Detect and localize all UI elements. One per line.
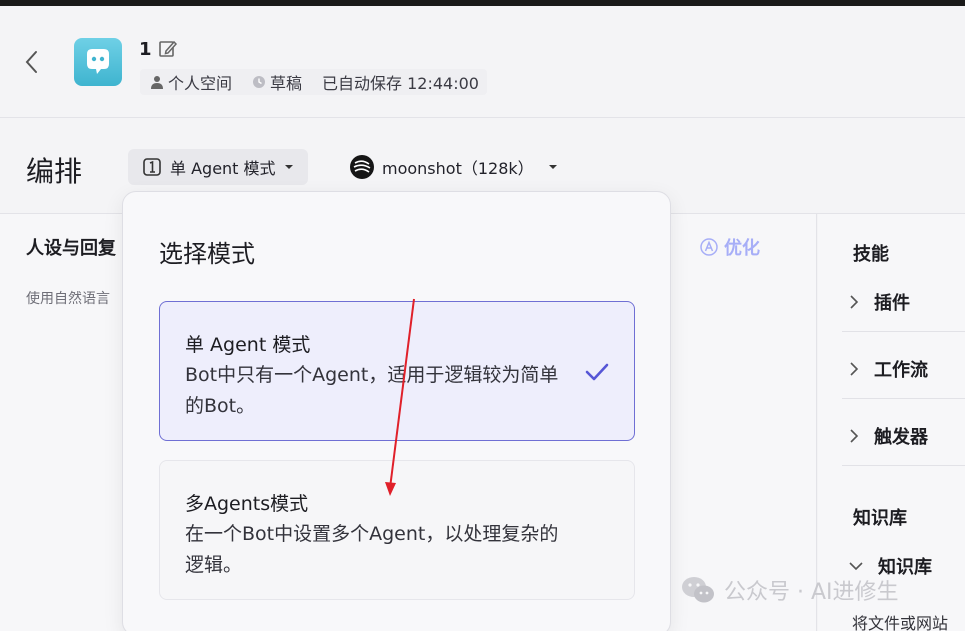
mode-select-label: 单 Agent 模式: [170, 159, 276, 178]
optimize-button[interactable]: 优化: [700, 234, 760, 260]
status-label: 草稿: [270, 74, 303, 93]
single-agent-icon: [143, 158, 161, 176]
moonshot-logo-icon: [350, 155, 374, 179]
check-icon: [585, 363, 609, 381]
knowledge-heading: 知识库: [853, 508, 907, 529]
chevron-left-icon: [25, 51, 37, 73]
persona-section-desc: 使用自然语言: [26, 291, 110, 307]
bot-header: 1 个人空间 草稿 已自动保存 12:44:00: [0, 6, 965, 118]
divider: [842, 331, 965, 332]
ai-optimize-icon: [700, 238, 718, 256]
caret-down-icon: [548, 165, 557, 169]
popover-title: 选择模式: [159, 240, 255, 268]
space-indicator: 个人空间: [150, 70, 232, 94]
chevron-down-icon: [849, 562, 863, 571]
model-select-label: moonshot（128k）: [382, 159, 534, 178]
watermark-text: 公众号 · AI进修生: [724, 580, 899, 605]
option-name: 单 Agent 模式: [185, 334, 311, 356]
persona-section-title: 人设与回复: [26, 238, 116, 259]
skill-item-trigger[interactable]: 触发器: [848, 416, 965, 456]
autosave-status: 已自动保存 12:44:00: [322, 74, 479, 93]
caret-down-icon: [284, 165, 293, 169]
mode-option-multi-agents[interactable]: 多Agents模式 在一个Bot中设置多个Agent，以处理复杂的逻辑。: [159, 460, 635, 600]
divider: [842, 398, 965, 399]
wechat-icon: [682, 577, 714, 603]
chevron-right-icon: [850, 362, 859, 376]
bot-face-icon: [87, 49, 109, 74]
model-select[interactable]: moonshot（128k）: [350, 149, 558, 185]
skill-item-label: 工作流: [874, 360, 928, 381]
clock-icon: [253, 76, 266, 88]
skill-item-plugins[interactable]: 插件: [848, 282, 965, 322]
user-icon: [151, 76, 163, 89]
knowledge-sub-desc: 将文件或网站: [852, 614, 949, 631]
option-name: 多Agents模式: [185, 493, 309, 515]
optimize-label: 优化: [724, 238, 760, 259]
option-desc: 在一个Bot中设置多个Agent，以处理复杂的逻辑。: [185, 523, 559, 576]
chevron-right-icon: [850, 429, 859, 443]
skills-panel: 技能 插件 工作流 触发器 知识库 知识库 将文件或网站: [818, 214, 965, 631]
draft-status: 草稿: [252, 70, 302, 94]
watermark: 公众号 · AI进修生: [680, 574, 899, 606]
back-button[interactable]: [18, 46, 46, 78]
bot-title: 1: [139, 39, 152, 60]
mode-selection-popover: 选择模式 单 Agent 模式 Bot中只有一个Agent，适用于逻辑较为简单的…: [122, 191, 671, 631]
mode-option-single-agent[interactable]: 单 Agent 模式 Bot中只有一个Agent，适用于逻辑较为简单的Bot。: [159, 301, 635, 441]
divider: [842, 465, 965, 466]
mode-select[interactable]: 单 Agent 模式: [128, 149, 308, 185]
bot-meta: 个人空间 草稿 已自动保存 12:44:00: [140, 69, 487, 95]
skills-heading: 技能: [853, 244, 889, 265]
page-title: 编排: [26, 155, 83, 188]
skill-item-label: 触发器: [874, 427, 928, 448]
chevron-right-icon: [850, 295, 859, 309]
edit-icon[interactable]: [158, 39, 178, 59]
bot-avatar: [74, 38, 122, 86]
skill-item-label: 插件: [874, 293, 910, 314]
option-desc: Bot中只有一个Agent，适用于逻辑较为简单的Bot。: [185, 364, 559, 417]
space-label: 个人空间: [168, 74, 233, 93]
skill-item-workflow[interactable]: 工作流: [848, 349, 965, 389]
